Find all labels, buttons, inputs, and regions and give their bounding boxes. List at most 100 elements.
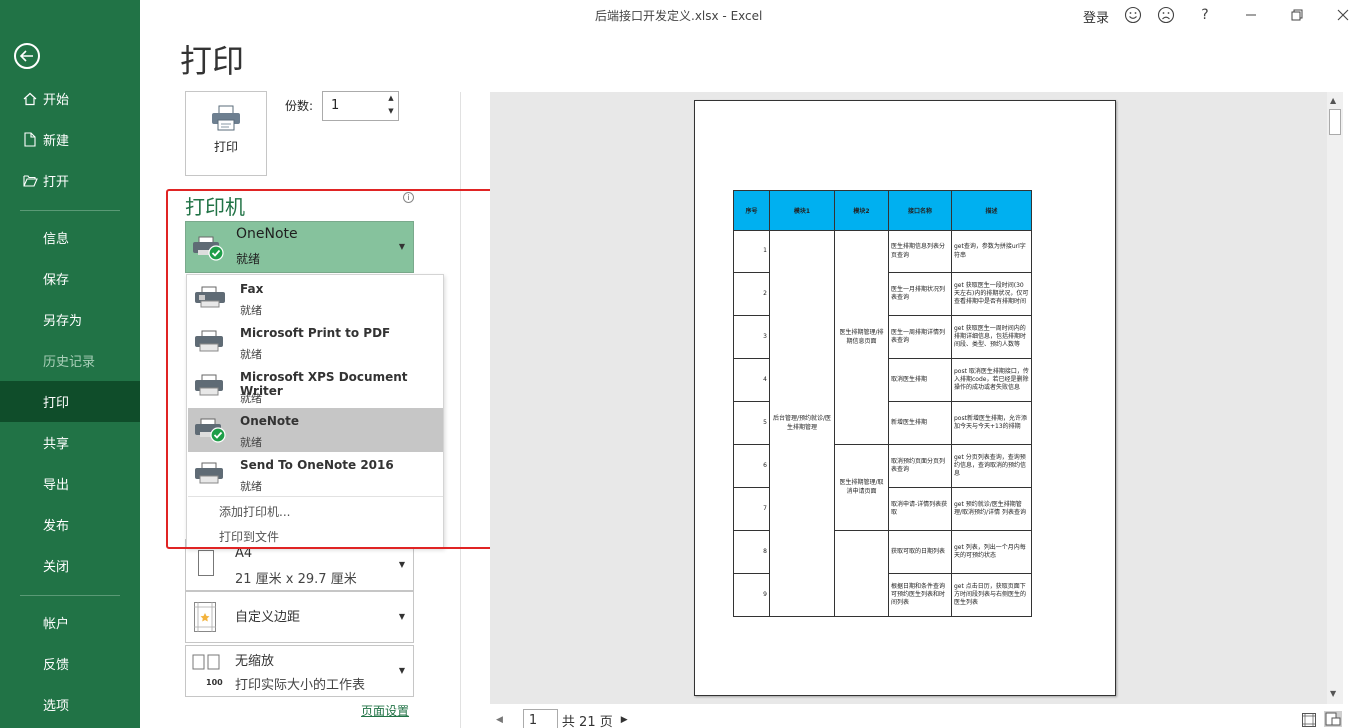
- module2-cell: [834, 530, 889, 617]
- show-margins-icon[interactable]: [1302, 712, 1318, 727]
- preview-header-cell: 模块2: [834, 190, 889, 231]
- chevron-down-icon: ▼: [398, 666, 405, 675]
- page-setup-link[interactable]: 页面设置: [361, 702, 409, 719]
- margins-label: 自定义边距: [235, 610, 301, 625]
- preview-header-cell: 接口名称: [888, 190, 952, 231]
- preview-header-cell: 模块1: [769, 190, 835, 231]
- api-desc-cell: get 获取医生一段时间(30天左右)内的排期状况，仅可查看排期中是否有排期时间: [951, 272, 1032, 316]
- row-number: 2: [733, 272, 770, 316]
- preview-header-cell: 描述: [951, 190, 1032, 231]
- api-desc-cell: get 获取医生一周时间内的排期详细信息，包括排期时间段、类型、预约人数等: [951, 315, 1032, 359]
- api-desc-cell: get 分页列表查询，查询预约信息，查询取消的预约信息: [951, 444, 1032, 488]
- sidebar-item-export[interactable]: 导出: [0, 463, 140, 504]
- sidebar-item-publish[interactable]: 发布: [0, 504, 140, 545]
- api-desc-cell: post 取消医生排期接口，传入排期code，若已经是删除操作的成功或者失败信息: [951, 358, 1032, 402]
- row-number: 8: [733, 530, 770, 574]
- sidebar-item-history[interactable]: 历史记录: [0, 340, 140, 381]
- previous-page-icon[interactable]: ◀: [496, 715, 503, 725]
- sidebar-item-label: 打开: [43, 175, 70, 190]
- sidebar-item-home[interactable]: 开始: [0, 78, 140, 119]
- sidebar-item-share[interactable]: 共享: [0, 422, 140, 463]
- close-icon[interactable]: [1333, 5, 1353, 25]
- scaling-select[interactable]: 100 无缩放 打印实际大小的工作表 ▼: [185, 645, 414, 697]
- zoom-to-page-icon[interactable]: [1324, 711, 1342, 727]
- sidebar-item-label: 开始: [43, 93, 70, 108]
- sidebar-item-label: 选项: [43, 699, 70, 714]
- sidebar-item-options[interactable]: 选项: [0, 684, 140, 725]
- margins-select[interactable]: 自定义边距 ▼: [185, 591, 414, 643]
- row-number: 5: [733, 401, 770, 445]
- folder-open-icon: [19, 174, 41, 187]
- scroll-up-icon[interactable]: ▲: [1330, 96, 1336, 105]
- chevron-down-icon: ▼: [398, 560, 405, 569]
- page-total: 共 21 页: [561, 714, 613, 728]
- preview-header-cell: 序号: [733, 190, 770, 231]
- next-page-icon[interactable]: ▶: [621, 715, 628, 725]
- preview-scrollbar[interactable]: ▲ ▼: [1327, 92, 1343, 704]
- print-button[interactable]: 打印: [185, 91, 267, 176]
- sidebar-item-label: 打印: [43, 396, 70, 411]
- new-document-icon: [19, 132, 41, 147]
- window-title: 后端接口开发定义.xlsx - Excel: [595, 9, 763, 23]
- api-name-cell: 取消申请-详情列表获取: [888, 487, 952, 531]
- api-desc-cell: get 点击日历，获取页面下方时间段列表与右侧医生的医生列表: [951, 573, 1032, 617]
- frown-feedback-icon[interactable]: [1156, 5, 1176, 25]
- api-name-cell: 医生一周排期详情列表查询: [888, 315, 952, 359]
- sidebar-item-open[interactable]: 打开: [0, 160, 140, 201]
- row-number: 4: [733, 358, 770, 402]
- sidebar-item-save-as[interactable]: 另存为: [0, 299, 140, 340]
- page-navigator: ◀ 1 共 21 页 ▶: [496, 709, 636, 728]
- sidebar-item-label: 保存: [43, 273, 70, 288]
- row-number: 3: [733, 315, 770, 359]
- paper-size-dimensions: 21 厘米 x 29.7 厘米: [235, 572, 357, 587]
- sidebar-divider: [20, 210, 120, 211]
- api-name-cell: 医生排期信息列表分页查询: [888, 230, 952, 273]
- sidebar-item-account[interactable]: 帐户: [0, 602, 140, 643]
- sidebar-item-print[interactable]: 打印: [0, 381, 140, 422]
- sidebar-item-label: 反馈: [43, 658, 70, 673]
- help-button[interactable]: ?: [1195, 5, 1215, 25]
- copies-value: 1: [331, 98, 340, 113]
- sidebar-item-label: 共享: [43, 437, 70, 452]
- back-arrow-icon[interactable]: [14, 43, 40, 69]
- api-name-cell: 取消医生排期: [888, 358, 952, 402]
- paper-icon: [198, 550, 214, 580]
- api-name-cell: 医生一月排期状况列表查询: [888, 272, 952, 316]
- highlight-box: [166, 189, 502, 549]
- api-desc-cell: post新增医生排期，允许添加今天与今天+13的排期: [951, 401, 1032, 445]
- row-number: 6: [733, 444, 770, 488]
- module2-cell: 医生排期管理/取消申请页面: [834, 444, 889, 531]
- increment-icon[interactable]: ▲: [386, 94, 396, 106]
- module2-cell: 医生排期管理/排期信息页面: [834, 230, 889, 445]
- sidebar-item-label: 历史记录: [43, 355, 96, 370]
- page-number-input[interactable]: 1: [522, 709, 558, 728]
- restore-icon[interactable]: [1287, 5, 1307, 25]
- sidebar-item-save[interactable]: 保存: [0, 258, 140, 299]
- printer-icon: [210, 105, 242, 135]
- api-desc-cell: get 预约就诊/医生排期管理/取消预约/详情 列表查询: [951, 487, 1032, 531]
- sidebar-item-label: 发布: [43, 519, 70, 534]
- sidebar-item-feedback[interactable]: 反馈: [0, 643, 140, 684]
- minimize-icon[interactable]: [1241, 5, 1261, 25]
- smile-feedback-icon[interactable]: [1123, 5, 1143, 25]
- scaling-description: 打印实际大小的工作表: [235, 678, 366, 693]
- row-number: 1: [733, 230, 770, 273]
- decrement-icon[interactable]: ▼: [386, 107, 396, 119]
- sidebar-item-close[interactable]: 关闭: [0, 545, 140, 586]
- sign-in-link[interactable]: 登录: [1083, 7, 1109, 26]
- sidebar-item-label: 帐户: [43, 617, 70, 632]
- module1-cell: 后台管理/预约就诊/医生排期管理: [769, 230, 835, 617]
- copies-stepper[interactable]: 1 ▲ ▼: [322, 91, 399, 121]
- preview-table: 序号 模块1 模块2 接口名称 描述 1 后台管理/预约就诊/医生排期管理 医生…: [733, 190, 1032, 617]
- api-desc-cell: get 列表，列出一个月内每天的可预约状态: [951, 530, 1032, 574]
- print-button-label: 打印: [213, 140, 238, 154]
- scroll-down-icon[interactable]: ▼: [1330, 689, 1336, 698]
- custom-margins-icon: [194, 602, 216, 636]
- scrollbar-thumb[interactable]: [1329, 109, 1341, 135]
- sidebar-item-new[interactable]: 新建: [0, 119, 140, 160]
- row-number: 7: [733, 487, 770, 531]
- sidebar-item-info[interactable]: 信息: [0, 217, 140, 258]
- scaling-icon-text: 100: [206, 678, 223, 687]
- page-title: 打印: [180, 42, 245, 80]
- api-desc-cell: get查询，参数为拼接url字符串: [951, 230, 1032, 273]
